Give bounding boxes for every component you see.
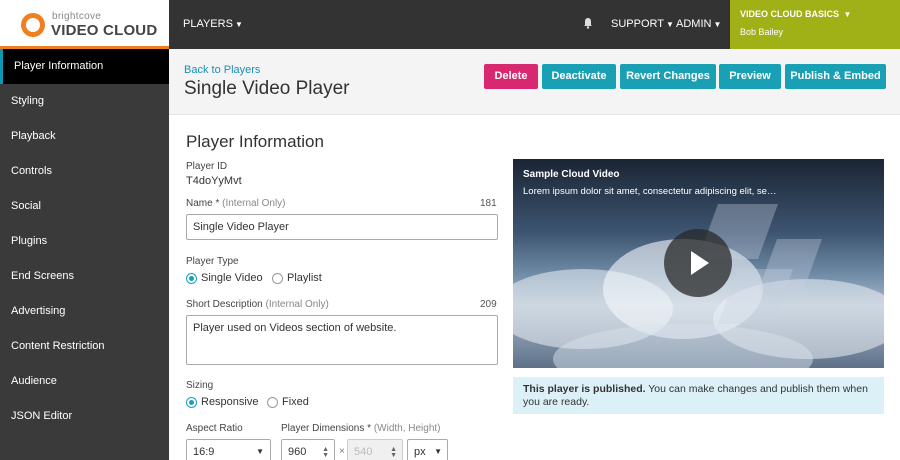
single-video-label: Single Video: [201, 272, 263, 284]
sidebar-item-end-screens[interactable]: End Screens: [0, 259, 169, 294]
account-menu[interactable]: VIDEO CLOUD BASICS ▼ Bob Bailey: [730, 0, 900, 49]
top-nav-bar: brightcove VIDEO CLOUD PLAYERS ▼ SUPPORT ▼…: [0, 0, 900, 49]
sidebar: Player Information Styling Playback Cont…: [0, 49, 169, 460]
fixed-radio[interactable]: [267, 397, 278, 408]
aspect-ratio-label: Aspect Ratio: [186, 423, 243, 434]
single-video-radio[interactable]: [186, 273, 197, 284]
unit-value: px: [414, 446, 426, 458]
sidebar-item-json-editor[interactable]: JSON Editor: [0, 399, 169, 434]
width-stepper-icon[interactable]: ▲ ▼: [322, 446, 329, 459]
unit-select[interactable]: px ▼: [407, 439, 448, 460]
player-id-value: T4doYyMvt: [186, 175, 242, 187]
fixed-label: Fixed: [282, 396, 309, 408]
width-input[interactable]: 960 ▲ ▼: [281, 439, 335, 460]
dimensions-separator: ×: [339, 446, 345, 457]
admin-menu-label: ADMIN: [676, 18, 712, 30]
deactivate-button[interactable]: Deactivate: [542, 64, 616, 89]
short-description-hint: (Internal Only): [265, 299, 329, 310]
published-notice-bold: This player is published.: [523, 383, 646, 395]
brightcove-logo-icon: [21, 13, 45, 37]
page-header: Back to Players Single Video Player Dele…: [169, 49, 900, 115]
player-id-label: Player ID: [186, 161, 228, 172]
height-stepper-icon[interactable]: ▲ ▼: [390, 446, 397, 459]
notification-icon[interactable]: [583, 17, 593, 29]
sidebar-item-controls[interactable]: Controls: [0, 154, 169, 189]
aspect-ratio-value: 16:9: [193, 446, 215, 458]
video-preview[interactable]: Sample Cloud Video Lorem ipsum dolor sit…: [513, 159, 884, 368]
video-description: Lorem ipsum dolor sit amet, consectetur …: [523, 186, 777, 197]
caret-down-icon: ▼: [234, 20, 243, 29]
height-value: 540: [354, 446, 373, 458]
playlist-radio[interactable]: [272, 273, 283, 284]
sidebar-item-social[interactable]: Social: [0, 189, 169, 224]
sidebar-item-player-information[interactable]: Player Information: [0, 49, 169, 84]
brand-name: VIDEO CLOUD: [51, 22, 158, 39]
short-description-label-text: Short Description: [186, 299, 263, 310]
account-title-label: VIDEO CLOUD BASICS: [740, 9, 840, 19]
player-dimensions-label: Player Dimensions * (Width, Height): [281, 423, 441, 434]
players-menu-label: PLAYERS: [183, 18, 233, 30]
sidebar-item-content-restriction[interactable]: Content Restriction: [0, 329, 169, 364]
playlist-label: Playlist: [287, 272, 322, 284]
players-menu[interactable]: PLAYERS ▼: [183, 18, 243, 30]
caret-down-icon: ▼: [665, 20, 674, 29]
revert-changes-button[interactable]: Revert Changes: [620, 64, 716, 89]
back-to-players-link[interactable]: Back to Players: [184, 64, 260, 76]
video-title: Sample Cloud Video: [523, 169, 620, 180]
sidebar-item-styling[interactable]: Styling: [0, 84, 169, 119]
caret-down-icon: ▼: [713, 20, 722, 29]
name-input[interactable]: Single Video Player: [186, 214, 498, 240]
short-description-char-count: 209: [480, 299, 497, 310]
play-icon[interactable]: [664, 229, 732, 297]
name-hint: (Internal Only): [222, 198, 286, 209]
brand-logo[interactable]: brightcove VIDEO CLOUD: [0, 0, 169, 49]
publish-embed-button[interactable]: Publish & Embed: [785, 64, 886, 89]
page-title: Single Video Player: [184, 78, 350, 99]
short-description-textarea[interactable]: Player used on Videos section of website…: [186, 315, 498, 365]
height-input[interactable]: 540 ▲ ▼: [347, 439, 403, 460]
player-type-label: Player Type: [186, 256, 239, 267]
brand-small-text: brightcove: [52, 11, 102, 22]
responsive-radio[interactable]: [186, 397, 197, 408]
preview-button[interactable]: Preview: [719, 64, 781, 89]
account-title: VIDEO CLOUD BASICS ▼: [740, 9, 851, 19]
section-title: Player Information: [186, 132, 324, 151]
support-menu[interactable]: SUPPORT ▼: [611, 18, 674, 30]
sidebar-item-plugins[interactable]: Plugins: [0, 224, 169, 259]
responsive-label: Responsive: [201, 396, 259, 408]
name-label: Name * (Internal Only): [186, 198, 286, 209]
account-user-name: Bob Bailey: [740, 27, 784, 37]
published-notice: This player is published. You can make c…: [513, 377, 884, 414]
name-label-text: Name *: [186, 198, 220, 209]
sidebar-item-playback[interactable]: Playback: [0, 119, 169, 154]
sidebar-item-audience[interactable]: Audience: [0, 364, 169, 399]
admin-menu[interactable]: ADMIN ▼: [676, 18, 721, 30]
sidebar-item-advertising[interactable]: Advertising: [0, 294, 169, 329]
name-char-count: 181: [480, 198, 497, 209]
aspect-ratio-select[interactable]: 16:9 ▼: [186, 439, 271, 460]
select-caret-icon: ▼: [434, 447, 442, 456]
short-description-label: Short Description (Internal Only): [186, 299, 329, 310]
player-dimensions-label-text: Player Dimensions *: [281, 423, 372, 434]
caret-down-icon: ▼: [843, 10, 852, 19]
width-value: 960: [288, 446, 307, 458]
select-caret-icon: ▼: [256, 447, 264, 456]
support-menu-label: SUPPORT: [611, 18, 664, 30]
sizing-label: Sizing: [186, 380, 214, 391]
player-dimensions-hint: (Width, Height): [373, 423, 441, 434]
delete-button[interactable]: Delete: [484, 64, 538, 89]
